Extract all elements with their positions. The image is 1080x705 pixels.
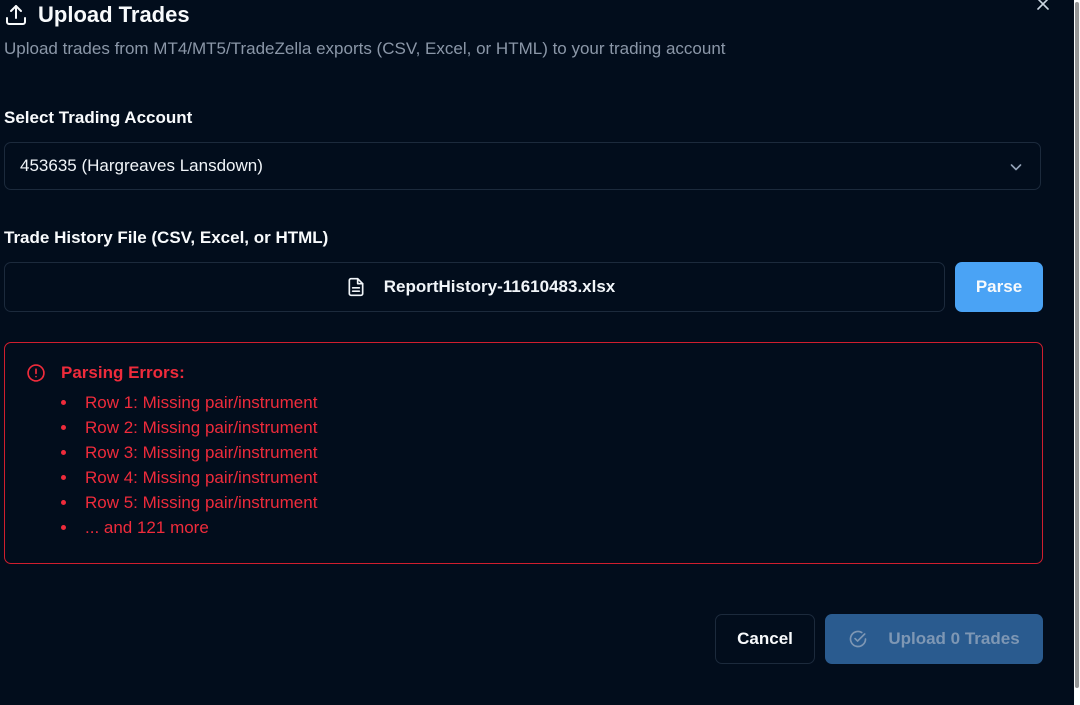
error-item: Row 1: Missing pair/instrument [61, 390, 317, 415]
errors-title: Parsing Errors: [61, 363, 185, 382]
dialog-subtitle: Upload trades from MT4/MT5/TradeZella ex… [4, 39, 726, 58]
error-item: Row 2: Missing pair/instrument [61, 415, 317, 440]
cancel-button[interactable]: Cancel [715, 614, 815, 664]
check-circle-icon [848, 629, 868, 649]
dialog-header: Upload Trades [4, 2, 190, 28]
error-item: Row 5: Missing pair/instrument [61, 490, 317, 515]
scrollbar-thumb[interactable] [1075, 2, 1079, 688]
upload-trades-label: Upload 0 Trades [888, 629, 1020, 648]
error-item: Row 3: Missing pair/instrument [61, 440, 317, 465]
file-icon [346, 277, 366, 297]
parsing-errors-alert: Parsing Errors: Row 1: Missing pair/inst… [4, 342, 1043, 564]
alert-circle-icon [26, 363, 46, 383]
error-item: Row 4: Missing pair/instrument [61, 465, 317, 490]
scrollbar[interactable] [1074, 0, 1080, 705]
chevron-down-icon [1008, 159, 1024, 175]
account-select[interactable]: 453635 (Hargreaves Lansdown) [4, 142, 1041, 190]
errors-list: Row 1: Missing pair/instrument Row 2: Mi… [61, 390, 317, 540]
close-icon[interactable] [1033, 0, 1053, 14]
file-name: ReportHistory-11610483.xlsx [383, 277, 616, 296]
error-item-more: ... and 121 more [61, 515, 317, 540]
dialog-title: Upload Trades [38, 2, 190, 27]
file-input[interactable]: ReportHistory-11610483.xlsx [4, 262, 945, 312]
parse-button[interactable]: Parse [955, 262, 1043, 312]
upload-icon [4, 3, 28, 27]
account-selected-value: 453635 (Hargreaves Lansdown) [20, 156, 263, 175]
account-label: Select Trading Account [4, 108, 193, 127]
file-label: Trade History File (CSV, Excel, or HTML) [4, 228, 329, 247]
upload-trades-button[interactable]: Upload 0 Trades [825, 614, 1043, 664]
